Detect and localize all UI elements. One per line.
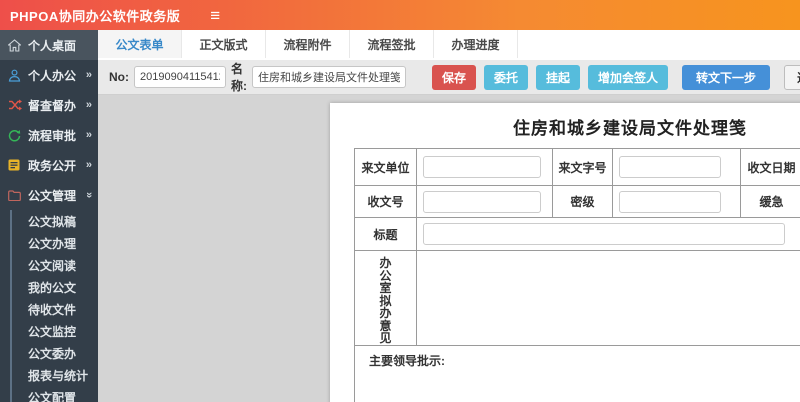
sidebar-item-workflow-approval[interactable]: 流程审批 » <box>0 120 98 150</box>
calendar-icon <box>8 159 23 172</box>
no-label: No: <box>109 70 129 84</box>
main-leader-remark-cell[interactable]: 主要领导批示: <box>354 345 800 402</box>
user-icon <box>8 69 23 82</box>
sidebar-subitem-doc-read[interactable]: 公文阅读 <box>12 254 98 276</box>
app-title: PHPOA协同办公软件政务版 <box>10 8 181 24</box>
shuffle-icon <box>8 99 23 112</box>
suspend-button[interactable]: 挂起 <box>536 64 581 90</box>
folder-icon <box>8 189 23 202</box>
chevron-right-icon: » <box>85 129 92 141</box>
name-input[interactable] <box>251 66 406 88</box>
app-header: PHPOA协同办公软件政务版 ≡ <box>0 0 800 30</box>
doc-title-input[interactable] <box>423 223 785 245</box>
document-page: 住房和城乡建设局文件处理笺 来文单位 来文字号 收文日期 收文号 密级 缓急 标… <box>330 103 800 402</box>
refresh-icon <box>8 129 23 142</box>
sidebar-subitem-doc-draft[interactable]: 公文拟稿 <box>12 210 98 232</box>
sidebar-item-personal-office[interactable]: 个人办公 » <box>0 60 98 90</box>
sidebar-subitem-reports-stats[interactable]: 报表与统计 <box>12 364 98 386</box>
sidebar-subitem-doc-delegate[interactable]: 公文委办 <box>12 342 98 364</box>
tab-workflow-signoff[interactable]: 流程签批 <box>350 30 434 58</box>
tab-bar: 公文表单 正文版式 流程附件 流程签批 办理进度 <box>98 30 800 58</box>
document-title: 住房和城乡建设局文件处理笺 <box>513 119 747 138</box>
incoming-ref-no-label: 来文字号 <box>552 148 613 186</box>
hamburger-menu-icon[interactable]: ≡ <box>210 7 220 24</box>
work-area: 住房和城乡建设局文件处理笺 来文单位 来文字号 收文日期 收文号 密级 缓急 标… <box>98 95 800 402</box>
incoming-ref-no-input[interactable] <box>619 156 721 178</box>
sidebar-subitem-doc-config[interactable]: 公文配置 <box>12 386 98 402</box>
tab-document-form[interactable]: 公文表单 <box>98 30 182 58</box>
office-opinion-cell[interactable] <box>416 250 800 346</box>
receive-date-label: 收文日期 <box>740 148 800 186</box>
sidebar-item-document-management[interactable]: 公文管理 » <box>0 180 98 210</box>
secrecy-level-input[interactable] <box>619 190 721 213</box>
sidebar: 个人桌面 个人办公 » 督查督办 » 流程审批 » 政务公开 » 公文管理 » … <box>0 30 98 402</box>
sidebar-item-personal-desktop[interactable]: 个人桌面 <box>0 30 98 60</box>
sidebar-subitem-doc-monitor[interactable]: 公文监控 <box>12 320 98 342</box>
sidebar-item-gov-disclosure[interactable]: 政务公开 » <box>0 150 98 180</box>
forward-next-button[interactable]: 转文下一步 <box>682 64 771 90</box>
sidebar-subitem-doc-handle[interactable]: 公文办理 <box>12 232 98 254</box>
back-button[interactable]: 返回 <box>784 64 800 90</box>
receive-no-input[interactable] <box>423 190 541 213</box>
receive-no-label: 收文号 <box>354 185 417 218</box>
delegate-button[interactable]: 委托 <box>484 64 529 90</box>
chevron-down-icon: » <box>82 191 95 199</box>
home-icon <box>8 38 23 52</box>
secrecy-level-label: 密级 <box>552 185 613 218</box>
save-button[interactable]: 保存 <box>431 64 476 90</box>
doc-title-label: 标题 <box>354 217 417 251</box>
document-form-table: 来文单位 来文字号 收文日期 收文号 密级 缓急 标题 办公室拟办意见 主要领导… <box>354 148 800 402</box>
office-opinion-label: 办公室拟办意见 <box>354 250 417 346</box>
sidebar-subitem-my-docs[interactable]: 我的公文 <box>12 276 98 298</box>
tab-workflow-attachments[interactable]: 流程附件 <box>266 30 350 58</box>
document-management-submenu: 公文拟稿 公文办理 公文阅读 我的公文 待收文件 公文监控 公文委办 报表与统计… <box>10 210 98 402</box>
add-countersigner-button[interactable]: 增加会签人 <box>588 64 669 90</box>
tab-body-layout[interactable]: 正文版式 <box>182 30 266 58</box>
action-toolbar: No: 名称: 保存 委托 挂起 增加会签人 转文下一步 返回 <box>98 58 800 95</box>
chevron-right-icon: » <box>85 99 92 111</box>
tab-progress[interactable]: 办理进度 <box>434 30 518 58</box>
sidebar-subitem-pending-files[interactable]: 待收文件 <box>12 298 98 320</box>
sidebar-item-supervision[interactable]: 督查督办 » <box>0 90 98 120</box>
chevron-right-icon: » <box>85 159 92 171</box>
incoming-unit-label: 来文单位 <box>354 148 417 186</box>
incoming-unit-input[interactable] <box>423 156 541 178</box>
main-content: 公文表单 正文版式 流程附件 流程签批 办理进度 No: 名称: 保存 委托 挂… <box>98 30 800 402</box>
chevron-right-icon: » <box>85 69 92 81</box>
name-label: 名称: <box>231 62 247 93</box>
urgency-label: 缓急 <box>740 185 800 218</box>
no-input[interactable] <box>134 66 226 88</box>
